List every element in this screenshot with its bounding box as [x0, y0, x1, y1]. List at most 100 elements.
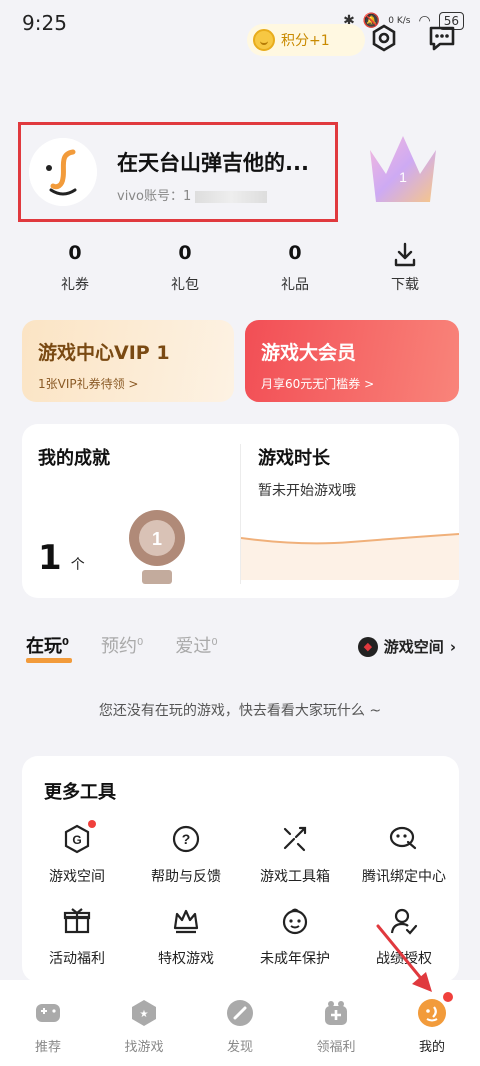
- achievement-medal-icon: 1: [129, 510, 185, 584]
- nav-label: 领福利: [316, 1040, 356, 1055]
- tab-count: 0: [211, 637, 218, 648]
- tool-tencent-bind[interactable]: 腾讯绑定中心: [349, 824, 459, 886]
- tool-label: 未成年保护: [260, 951, 330, 967]
- message-icon[interactable]: [428, 24, 456, 52]
- discover-icon: [225, 998, 255, 1028]
- stat-label: 礼包: [171, 277, 199, 293]
- svg-text:1: 1: [399, 169, 407, 185]
- member-subtitle: 月享60元无门槛券 >: [261, 377, 375, 391]
- tab-underline: [26, 658, 72, 663]
- nav-label: 我的: [418, 1040, 445, 1055]
- account-id: vivo账号：1: [117, 185, 268, 204]
- medal-number: 1: [152, 529, 162, 549]
- vip-crown-icon[interactable]: 1: [364, 130, 442, 210]
- find-game-icon: ★: [129, 998, 159, 1028]
- points-label: 积分+1: [281, 33, 330, 49]
- points-pill[interactable]: 积分+1: [247, 24, 365, 56]
- achievement-count-row: 1 个: [38, 538, 85, 578]
- tool-label: 帮助与反馈: [151, 869, 221, 885]
- tab-playing[interactable]: 在玩0: [26, 632, 72, 663]
- gamepad-icon: [33, 998, 63, 1028]
- stat-num: 0: [288, 242, 302, 264]
- stat-gift-packs[interactable]: 0 礼包: [130, 242, 240, 294]
- tab-reserved[interactable]: 预约0: [101, 632, 143, 658]
- nav-recommend[interactable]: 推荐: [0, 980, 96, 1066]
- game-space-icon: G: [62, 820, 96, 854]
- tool-label: 活动福利: [49, 951, 105, 967]
- svg-text:★: ★: [140, 1009, 149, 1020]
- stat-label: 下载: [391, 277, 419, 293]
- welfare-icon: [321, 998, 351, 1028]
- nav-discover[interactable]: 发现: [192, 980, 288, 1066]
- tool-toolbox[interactable]: 游戏工具箱: [240, 824, 350, 886]
- status-time: 9:25: [22, 11, 67, 35]
- nav-find-game[interactable]: ★ 找游戏: [96, 980, 192, 1066]
- play-time-wave: [241, 533, 459, 580]
- tool-label: 特权游戏: [158, 951, 214, 967]
- tool-label: 腾讯绑定中心: [362, 869, 446, 885]
- achievement-card[interactable]: 我的成就 1 个 1 游戏时长 暂未开始游戏哦: [22, 424, 459, 598]
- stats-row: 0 礼券 0 礼包 0 礼品 下载: [20, 242, 460, 294]
- tool-label: 游戏工具箱: [260, 869, 330, 885]
- game-space-label: 游戏空间: [383, 638, 444, 656]
- account-label: vivo账号：1: [117, 189, 192, 204]
- stat-coupons[interactable]: 0 礼券: [20, 242, 130, 294]
- tool-game-space[interactable]: G 游戏空间: [22, 820, 132, 886]
- nav-welfare[interactable]: 领福利: [288, 980, 384, 1066]
- tab-count: 0: [136, 637, 144, 648]
- help-icon: ?: [171, 824, 201, 854]
- tool-help[interactable]: ? 帮助与反馈: [131, 824, 241, 886]
- tab-loved[interactable]: 爱过0: [175, 632, 217, 658]
- vip-card[interactable]: 游戏中心VIP 1 1张VIP礼券待领 >: [22, 320, 234, 402]
- stat-num: 0: [68, 242, 82, 264]
- download-icon: [350, 242, 460, 268]
- vip-title: 游戏中心VIP 1: [38, 342, 170, 364]
- me-icon: [417, 992, 453, 1028]
- nav-label: 找游戏: [124, 1040, 164, 1055]
- tool-activity-welfare[interactable]: 活动福利: [22, 906, 132, 968]
- annotation-arrow-icon: [376, 924, 432, 992]
- achievement-count: 1: [38, 538, 62, 578]
- tab-label: 预约: [100, 636, 137, 657]
- tool-label: 游戏空间: [49, 869, 105, 885]
- empty-note: 您还没有在玩的游戏，快去看看大家玩什么 ~: [98, 703, 382, 719]
- svg-text:?: ?: [182, 831, 191, 847]
- account-mask: [195, 190, 268, 203]
- gift-box-icon: [62, 906, 92, 936]
- stat-label: 礼品: [281, 277, 309, 293]
- stat-label: 礼券: [61, 277, 89, 293]
- nickname: 在天台山弹吉他的...: [117, 151, 309, 175]
- vip-subtitle: 1张VIP礼券待领 >: [38, 377, 139, 391]
- child-protect-icon: [280, 906, 310, 936]
- crown-icon: [171, 906, 201, 936]
- tab-label: 爱过: [175, 636, 212, 657]
- stat-gifts[interactable]: 0 礼品: [240, 242, 350, 294]
- tool-privilege-games[interactable]: 特权游戏: [131, 906, 241, 968]
- stat-num: 0: [178, 242, 192, 264]
- avatar[interactable]: [29, 138, 97, 206]
- tab-label: 在玩: [26, 636, 62, 657]
- settings-icon[interactable]: [370, 24, 398, 52]
- tab-count: 0: [62, 637, 69, 648]
- tool-minor-protection[interactable]: 未成年保护: [240, 906, 350, 968]
- svg-text:G: G: [72, 833, 81, 847]
- status-bar: 9:25 ✱ 🔕 0 K/s ◠ 56: [0, 0, 480, 44]
- play-time-title: 游戏时长: [258, 448, 330, 469]
- toolbox-icon: [280, 824, 310, 854]
- achievement-title: 我的成就: [38, 448, 110, 469]
- achievement-unit: 个: [70, 557, 85, 573]
- member-card[interactable]: 游戏大会员 月享60元无门槛券 >: [245, 320, 459, 402]
- play-time-subtitle: 暂未开始游戏哦: [258, 483, 356, 499]
- chevron-right-icon: ›: [449, 637, 456, 656]
- avatar-face-icon: [29, 138, 97, 206]
- nav-label: 发现: [226, 1040, 253, 1055]
- game-tabs: 在玩0 预约0 爱过0: [26, 632, 218, 663]
- red-dot: [443, 992, 453, 1002]
- stat-downloads[interactable]: 下载: [350, 242, 460, 294]
- tools-title: 更多工具: [44, 782, 116, 803]
- tencent-bind-icon: [389, 824, 419, 854]
- member-title: 游戏大会员: [261, 342, 357, 364]
- profile-card[interactable]: 在天台山弹吉他的... vivo账号：1: [18, 122, 338, 222]
- game-space-link[interactable]: ◆ 游戏空间 ›: [357, 636, 456, 657]
- red-dot: [88, 820, 96, 828]
